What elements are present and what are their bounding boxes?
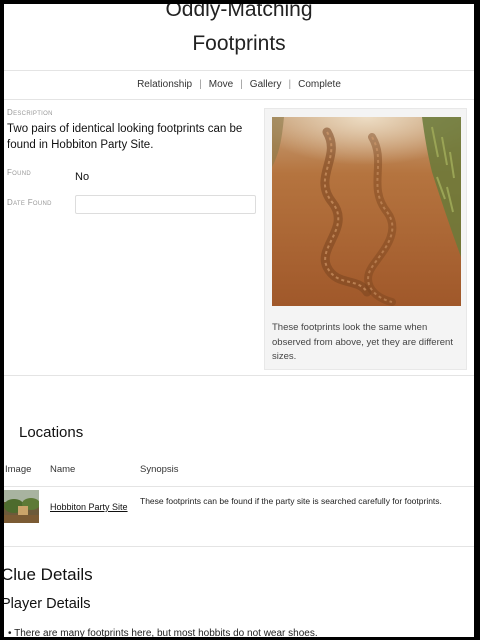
divider bbox=[4, 99, 474, 100]
nav-complete[interactable]: Complete bbox=[298, 79, 341, 90]
hobbiton-thumbnail-icon[interactable] bbox=[4, 490, 39, 523]
nav-relationship[interactable]: Relationship bbox=[137, 79, 192, 90]
description-text: Two pairs of identical looking footprint… bbox=[7, 123, 243, 151]
player-details-heading: Player Details bbox=[4, 596, 91, 612]
table-header-divider bbox=[4, 486, 474, 487]
nav-move[interactable]: Move bbox=[209, 79, 233, 90]
nav-separator: | bbox=[199, 79, 202, 90]
image-caption: These footprints look the same when obse… bbox=[272, 322, 453, 362]
page: Oddly-Matching Footprints Relationship | M… bbox=[4, 4, 474, 637]
location-synopsis: These footprints can be found if the par… bbox=[140, 496, 442, 506]
description-label: Description bbox=[7, 108, 53, 117]
footprints-photo-icon[interactable] bbox=[272, 117, 461, 306]
nav-separator: | bbox=[288, 79, 292, 90]
page-title-line2: Footprints bbox=[192, 32, 286, 55]
list-item: • There are many footprints here, but mo… bbox=[8, 628, 318, 637]
divider bbox=[4, 375, 474, 376]
divider bbox=[4, 70, 474, 71]
clue-details-heading: Clue Details bbox=[4, 565, 93, 584]
player-detail-text: There are many footprints here, but most… bbox=[14, 628, 318, 637]
nav-separator: | bbox=[240, 79, 243, 90]
date-found-field[interactable] bbox=[75, 195, 256, 214]
nav-gallery[interactable]: Gallery bbox=[250, 79, 282, 90]
action-nav: Relationship | Move | Gallery | Complete bbox=[4, 79, 474, 90]
found-value: No bbox=[75, 171, 90, 183]
locations-heading: Locations bbox=[19, 424, 84, 441]
page-title: Oddly-Matching bbox=[165, 4, 313, 21]
location-link[interactable]: Hobbiton Party Site bbox=[50, 502, 128, 512]
image-card: These footprints look the same when obse… bbox=[264, 108, 467, 370]
divider bbox=[4, 546, 474, 547]
column-header-image: Image bbox=[5, 464, 32, 475]
found-label: Found bbox=[7, 168, 32, 177]
date-found-label: Date Found bbox=[7, 198, 52, 207]
column-header-name: Name bbox=[50, 464, 76, 475]
column-header-synopsis: Synopsis bbox=[140, 464, 179, 475]
